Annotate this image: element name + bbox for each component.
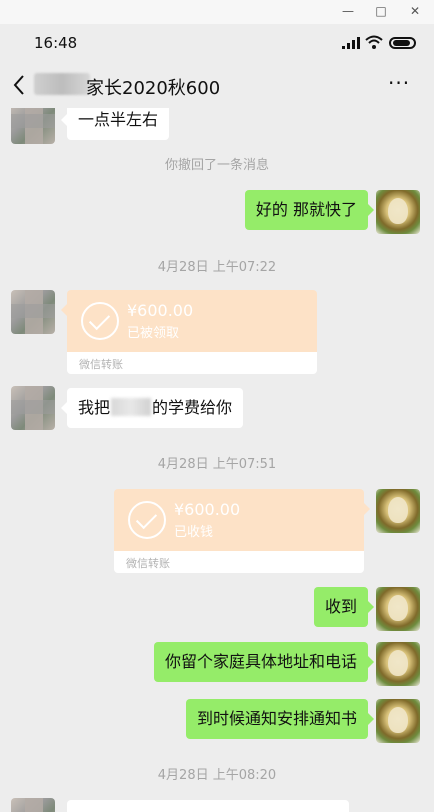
transfer-status: 已收钱 [174, 525, 214, 540]
transfer-card[interactable]: ¥600.00 已被领取 微信转账 [67, 290, 317, 374]
check-circle-icon [81, 302, 119, 340]
signal-icon [342, 37, 360, 49]
message-bubble[interactable]: 收到 [313, 587, 375, 627]
chat-title: 家长2020秋600 [86, 78, 221, 99]
recall-notice: 你撤回了一条消息 [164, 158, 269, 173]
more-options-button[interactable]: ··· [388, 73, 410, 93]
avatar[interactable] [11, 798, 55, 812]
message-bubble[interactable]: 我把 的学费给你 [60, 388, 244, 428]
transfer-amount: ¥600.00 [174, 500, 241, 519]
avatar[interactable] [376, 699, 420, 743]
avatar[interactable] [376, 587, 420, 631]
avatar[interactable] [11, 386, 55, 430]
check-circle-icon [128, 501, 166, 539]
avatar[interactable] [376, 642, 420, 686]
avatar[interactable] [11, 108, 55, 144]
message-bubble[interactable] [67, 800, 349, 812]
transfer-status: 已被领取 [127, 326, 180, 341]
message-bubble[interactable]: 一点半左右 [60, 108, 170, 140]
bubble-tail [364, 503, 370, 515]
transfer-label: 微信转账 [126, 557, 170, 570]
avatar[interactable] [376, 489, 420, 533]
avatar[interactable] [376, 190, 420, 234]
timestamp: 4月28日 上午07:22 [157, 260, 277, 275]
restore-button[interactable]: □ [371, 2, 391, 20]
transfer-card[interactable]: ¥600.00 已收钱 微信转账 [114, 489, 364, 573]
message-bubble[interactable]: 到时候通知安排通知书 [185, 699, 375, 739]
message-bubble[interactable]: 你留个家庭具体地址和电话 [153, 642, 375, 682]
timestamp: 4月28日 上午08:20 [157, 768, 277, 783]
avatar[interactable] [11, 290, 55, 334]
wifi-icon [365, 35, 383, 49]
status-time: 16:48 [34, 34, 78, 52]
chat-header: 家长2020秋600 ··· [0, 64, 434, 108]
chevron-left-icon[interactable] [12, 74, 26, 96]
transfer-amount: ¥600.00 [127, 301, 194, 320]
redacted-name [34, 73, 90, 95]
transfer-label: 微信转账 [79, 358, 123, 371]
message-text-part: 我把 [78, 398, 111, 417]
message-bubble[interactable]: 好的 那就快了 [244, 190, 375, 230]
redacted-word [111, 398, 152, 416]
close-button[interactable]: ✕ [405, 2, 425, 20]
minimize-button[interactable]: — [338, 2, 358, 20]
timestamp: 4月28日 上午07:51 [157, 457, 277, 472]
message-text-part: 的学费给你 [152, 398, 233, 417]
chat-list[interactable]: 一点半左右 你撤回了一条消息 好的 那就快了 4月28日 上午07:22 ¥60… [0, 108, 434, 812]
battery-icon [389, 37, 416, 49]
status-bar: 16:48 [0, 24, 434, 64]
window-titlebar: — □ ✕ [0, 0, 434, 24]
